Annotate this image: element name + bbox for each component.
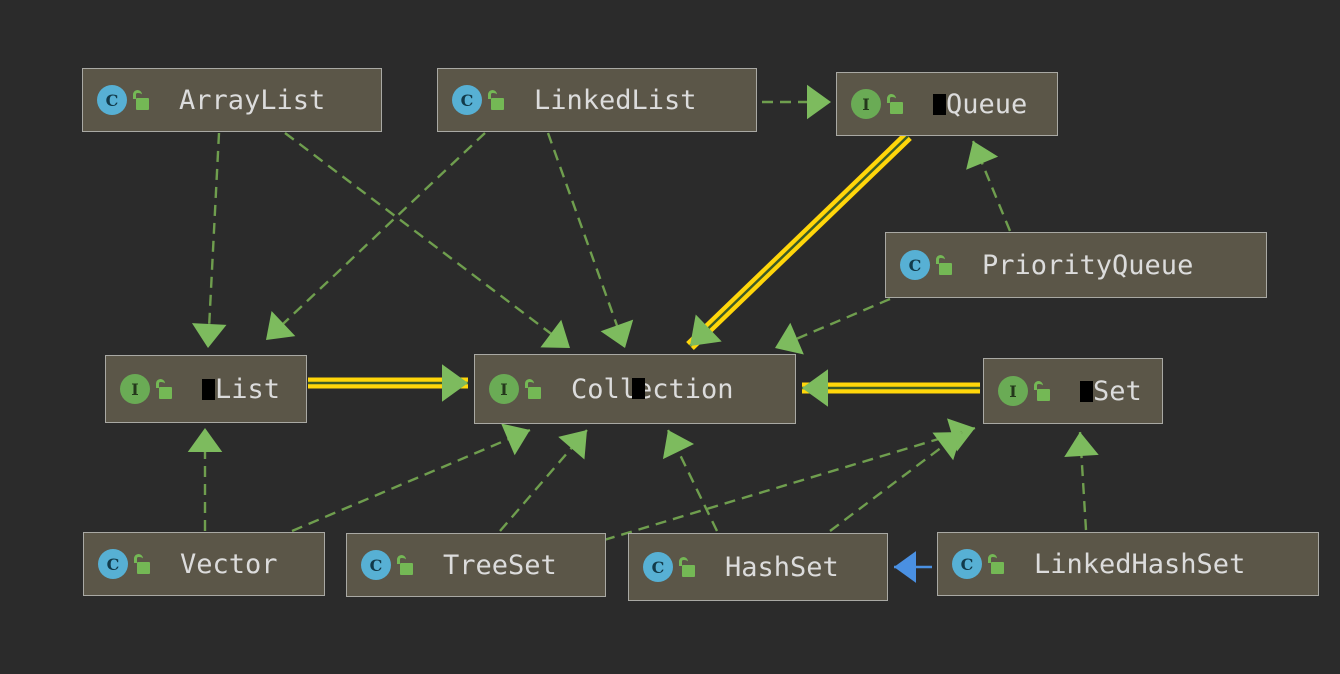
edge-arraylist-to-collection [284,132,571,349]
edge-linkedhashset-to-set [1064,431,1099,531]
edge-linkedlist-to-list [265,132,486,341]
unlocked-lock-icon [131,89,151,111]
unlocked-lock-icon [885,93,905,115]
class-icon: C [643,552,673,582]
text-caret [933,93,946,115]
text-caret [632,378,645,399]
class-icon: C [97,85,127,115]
interface-icon: I [489,374,519,404]
node-linkedhashset[interactable]: C LinkedHashSet [937,532,1319,596]
class-diagram-canvas[interactable]: C ArrayList C LinkedList I Queue C PriorityQueu… [0,0,1340,674]
node-label: Vector [180,548,278,580]
edge-linkedlist-to-queue [762,84,831,120]
node-label: LinkedHashSet [1034,548,1246,580]
node-list[interactable]: I List [105,355,307,423]
node-queue[interactable]: I Queue [836,72,1058,136]
node-set[interactable]: I Set [983,358,1163,424]
class-icon: C [452,85,482,115]
node-priorityqueue[interactable]: C PriorityQueue [885,232,1267,298]
node-label: TreeSet [443,549,557,581]
unlocked-lock-icon [986,553,1006,575]
node-label: LinkedList [534,84,697,116]
node-label: HashSet [725,551,839,583]
edge-priorityqueue-to-collection [774,297,891,355]
class-icon: C [952,549,982,579]
unlocked-lock-icon [486,89,506,111]
class-icon: C [361,550,391,580]
interface-icon: I [120,374,150,404]
edge-hashset-to-set [829,431,963,532]
node-linkedlist[interactable]: C LinkedList [437,68,757,132]
interface-icon: I [851,89,881,119]
interface-icon: I [998,376,1028,406]
node-treeset[interactable]: C TreeSet [346,533,606,597]
node-label: List [215,373,281,405]
class-icon: C [98,549,128,579]
edge-treeset-to-collection [499,429,588,532]
edge-linkedhashset-to-hashset [894,551,932,583]
node-label: Set [1093,375,1142,407]
node-arraylist[interactable]: C ArrayList [82,68,382,132]
edge-list-to-collection [308,364,468,402]
unlocked-lock-icon [934,254,954,276]
unlocked-lock-icon [154,378,174,400]
node-label: Queue [946,88,1028,120]
unlocked-lock-icon [677,556,697,578]
edge-vector-to-collection [291,423,531,533]
unlocked-lock-icon [395,554,415,576]
edge-arraylist-to-list [191,132,227,349]
node-label: PriorityQueue [982,249,1194,281]
node-vector[interactable]: C Vector [83,532,325,596]
text-caret [202,378,215,400]
unlocked-lock-icon [1032,380,1052,402]
unlocked-lock-icon [523,378,543,400]
class-icon: C [900,250,930,280]
unlocked-lock-icon [132,553,152,575]
node-label: ArrayList [179,84,326,116]
edge-hashset-to-collection [662,429,719,532]
edge-set-to-collection [802,369,980,407]
node-label: Collection [571,373,734,405]
edge-linkedlist-to-collection [546,132,634,349]
edge-vector-to-list [187,428,223,531]
edge-priorityqueue-to-queue [966,140,1012,232]
text-caret [1080,380,1093,402]
edge-treeset-to-set [603,418,976,542]
node-hashset[interactable]: C HashSet [628,533,888,601]
edge-queue-to-collection [686,132,912,350]
